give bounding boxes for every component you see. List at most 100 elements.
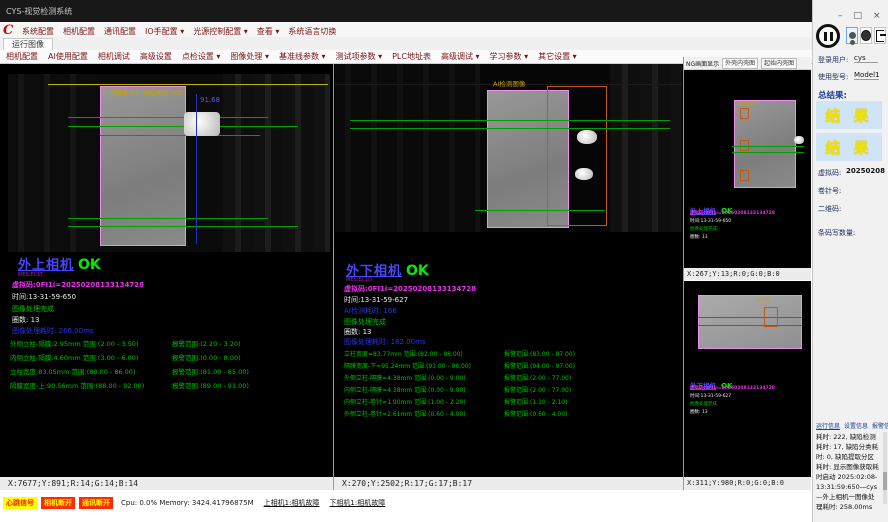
pause-button[interactable] [816,24,840,48]
write-count-label: 条码写数量: [818,228,855,238]
center-coords-footer: X:270;Y:2502;R:17;G:17;B:17 [334,477,683,490]
alarm-range-text: 报警范围:(0.00 - 8.00) [172,352,241,362]
alarm-range-text: 报警范围:(81.00 - 85.00) [172,366,249,376]
measure-text: 立柱宽度=83.77mm 范围:(82.00 - 88.00) [344,351,463,358]
exit-button[interactable] [874,27,886,44]
center-time: 时间:13-31-59-627 [344,295,408,305]
ai-detect-box [547,86,607,226]
left-camera-panel: 中值阈值:93, 动态阈值:100 91.68 外上相机OK MES:EC1T … [0,64,333,477]
measure-line [350,128,670,129]
bright-spot [575,168,593,180]
measure-line [68,226,298,227]
tool-learn-params[interactable]: 学习参数 ▾ [490,51,529,62]
tab-settings-info[interactable]: 设置信息 [844,421,868,430]
upper-camera-fault-link[interactable]: 上相机1:相机故障 [264,498,320,508]
info-tabs: 运行信息 设置信息 报警信息 [816,421,888,430]
virtual-code-value: 20250208 [846,167,885,175]
threshold-overlay-text: 中值阈值:93, 动态阈值:100 [102,87,183,97]
tool-other-settings[interactable]: 其它设置 ▾ [538,51,577,62]
measure-text: 隔膜宽度-下=95.24mm 范围:(93.00 - 98.00) [344,363,471,370]
measure-text: 内侧立柱-隔膜=4.38mm 范围:(0.00 - 9.00) [344,387,466,394]
machine-background [610,64,682,232]
tool-image-processing[interactable]: 图像处理 ▾ [230,51,269,62]
menu-item-camera-config[interactable]: 相机配置 [63,26,95,37]
pause-icon [824,32,827,41]
pause-icon [830,32,833,41]
center-camera-image[interactable]: AI检测图像 [335,64,682,232]
center-mes-text: MES:EC1D [346,277,372,283]
menu-item-view[interactable]: 查看 ▾ [257,26,280,37]
alarm-range-text: 报警范围:(0.60 - 4.00) [504,409,567,418]
maximize-button[interactable]: □ [854,11,863,21]
measure-text: 隔膜宽度-上:90.56mm 范围:(88.00 - 92.00) [10,382,144,390]
mini-line: 虚拟码:0FI1i=20250208133134728 [690,210,775,216]
menu-item-language[interactable]: 系统语言切换 [288,26,336,37]
stats-scrollbar[interactable] [883,432,887,504]
measure-row: 外侧立柱-卷针=2.61mm 范围:(0.60 - 4.00) 报警范围:(0.… [344,409,679,418]
result-block-1: 结 果 [816,101,882,129]
result-text-2: 结 果 [825,137,872,158]
left-done: 图像处理完成 [12,304,54,314]
measure-row: 立柱宽度=83.77mm 范围:(82.00 - 88.00) 报警范围:(83… [344,349,679,358]
pin-number-label: 卷针号: [818,186,841,196]
tool-baseline-params[interactable]: 基准线参数 ▾ [279,51,326,62]
left-barcode: 虚拟码:0FI1i=20250208133134728 [12,280,144,290]
alarm-range-text: 报警范围:(83.00 - 87.00) [504,349,575,358]
measure-line [100,135,260,136]
measure-line [68,126,298,127]
left-camera-title: 外上相机 [18,258,74,273]
tab-alarm-info[interactable]: 报警信息 [872,421,888,430]
tab-outer-shell[interactable]: 外壳内壳图 [722,58,758,69]
connector-part [794,136,804,144]
lower-camera-fault-link[interactable]: 下相机1:相机故障 [329,498,385,508]
user-login-button[interactable] [846,27,858,44]
mini-top-image[interactable]: 中值阈值:93 [732,98,804,190]
user-icon [849,32,856,39]
tool-plc-table[interactable]: PLC地址表 [392,51,431,62]
measure-row: 内侧立柱-隔膜:4.60mm 范围:(3.00 - 6.00) 报警范围:(0.… [10,352,330,362]
lock-button[interactable] [860,27,872,44]
measure-text: 立柱宽度:83.05mm 范围:(80.00 - 86.00) [10,368,135,376]
mini-panel-bottom: 93.100 外下相机 OK 虚拟码:0FI1i=202502081331347… [684,281,811,477]
status-bar: 心跳信号 相机断开 通讯断开 Cpu: 0.0% Memory: 3424.41… [0,496,812,509]
tab-row [0,37,812,51]
menu-item-io-config[interactable]: IO手配置 ▾ [145,26,184,37]
left-time: 时间:13-31-59-650 [12,292,76,302]
alarm-range-text: 报警范围:(1.10 - 2.10) [504,397,567,406]
tool-test-params[interactable]: 测试项参数 ▾ [336,51,383,62]
scrollbar-thumb[interactable] [883,472,887,490]
left-coords-footer: X:7677;Y:891;R:14;G:14;B:14 [0,477,333,490]
ng-display-label: NG画面显示 [686,59,719,68]
tool-ai-config[interactable]: AI使用配置 [48,51,88,62]
title-bar [0,0,812,22]
minimize-button[interactable]: – [838,11,843,21]
login-user-value[interactable]: cys [854,54,878,63]
menu-item-light-config[interactable]: 光源控制配置 ▾ [193,26,248,37]
mini-bottom-image[interactable]: 93.100 [698,291,802,353]
left-camera-title-row: 外上相机OK [18,254,101,273]
tool-spotcheck-settings[interactable]: 点检设置 ▾ [182,51,221,62]
mini-line: 圈数: 13 [690,234,708,240]
tool-camera-config[interactable]: 相机配置 [6,51,38,62]
mini-line: 图像处理完成 [690,226,717,232]
menu-item-comm-config[interactable]: 通讯配置 [104,26,136,37]
tool-advanced-settings[interactable]: 高级设置 [140,51,172,62]
tool-camera-debug[interactable]: 相机调试 [98,51,130,62]
center-rounds: 圈数: 13 [344,327,372,337]
close-button[interactable]: × [873,11,881,21]
measure-line [732,146,804,147]
model-value[interactable]: Model1 [854,71,879,80]
left-camera-image[interactable]: 中值阈值:93, 动态阈值:100 91.68 [8,74,330,252]
comm-disconnect-badge: 通讯断开 [79,497,113,509]
left-mes-text: MES:EC1T [18,272,43,278]
result-block-2: 结 果 [816,133,882,161]
alarm-range-text: 报警范围:(2.00 - 77.00) [504,373,571,382]
tab-run-info[interactable]: 运行信息 [816,421,840,430]
tab-start-shell[interactable]: 起始内壳图 [761,58,797,69]
menu-item-system-config[interactable]: 系统配置 [22,26,54,37]
alarm-range-text: 报警范围:(2.00 - 77.00) [504,385,571,394]
ai-detect-box [764,307,778,327]
ai-overlay-text: AI检测图像 [493,78,525,88]
alarm-range-text: 报警范围:(2.20 - 3.20) [172,338,241,348]
tool-advanced-debug[interactable]: 高级调试 ▾ [441,51,480,62]
